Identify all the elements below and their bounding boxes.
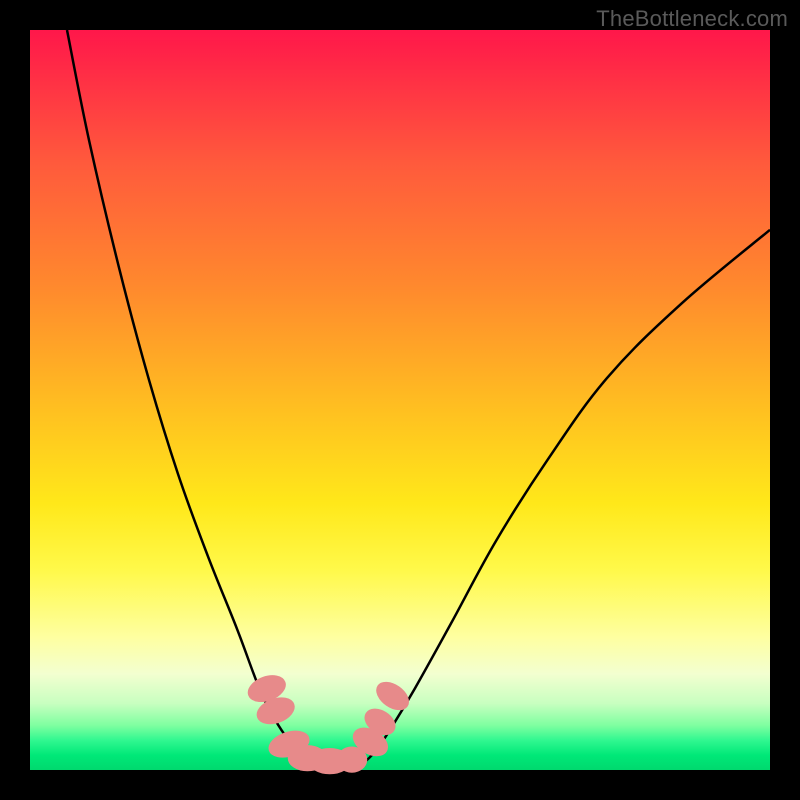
curve-right-arm: [348, 230, 770, 764]
chart-plot-area: [30, 30, 770, 770]
curve-left-arm: [67, 30, 348, 763]
watermark-text: TheBottleneck.com: [596, 6, 788, 32]
chart-svg: [30, 30, 770, 770]
bead-group: [245, 671, 414, 774]
chart-frame: TheBottleneck.com: [0, 0, 800, 800]
